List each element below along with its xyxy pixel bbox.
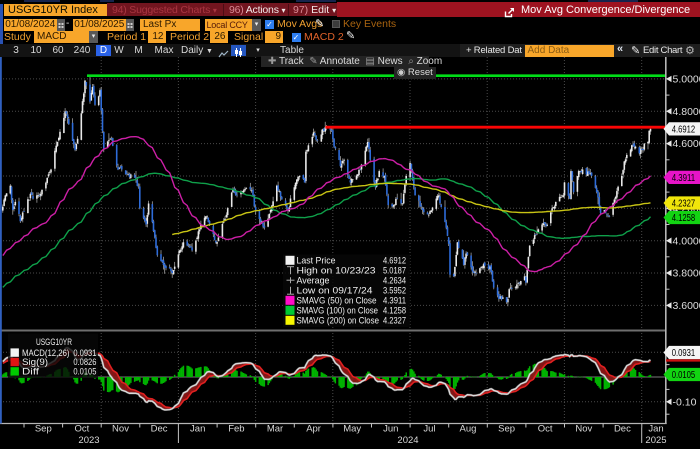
svg-text:Nov: Nov: [112, 424, 129, 435]
svg-text:Sep: Sep: [498, 424, 515, 435]
svg-text:Apr: Apr: [306, 424, 321, 435]
svg-text:Sep: Sep: [35, 424, 52, 435]
svg-text:SMAVG (200) on Close: SMAVG (200) on Close: [297, 316, 380, 327]
svg-text:4.0000: 4.0000: [673, 235, 700, 247]
svg-text:Jan: Jan: [190, 424, 205, 435]
svg-text:0.0105: 0.0105: [73, 367, 96, 378]
svg-text:4.1258: 4.1258: [672, 213, 696, 224]
svg-text:0.0105: 0.0105: [672, 370, 696, 381]
svg-text:Diff: Diff: [22, 367, 39, 378]
svg-text:Jan: Jan: [648, 424, 663, 435]
svg-text:Nov: Nov: [575, 424, 592, 435]
svg-text:4.6000: 4.6000: [673, 138, 700, 150]
svg-text:Dec: Dec: [151, 424, 168, 435]
svg-text:Mar: Mar: [267, 424, 283, 435]
svg-text:4.3911: 4.3911: [672, 173, 696, 184]
svg-text:2023: 2023: [78, 435, 99, 446]
svg-text:USGG10YR: USGG10YR: [36, 337, 72, 348]
svg-text:-0.10: -0.10: [673, 396, 697, 408]
svg-text:Jul: Jul: [423, 424, 435, 435]
svg-text:5.0000: 5.0000: [673, 74, 700, 86]
svg-text:2025: 2025: [645, 435, 666, 446]
svg-text:Jun: Jun: [383, 424, 398, 435]
svg-text:Oct: Oct: [538, 424, 553, 435]
svg-text:Oct: Oct: [75, 424, 90, 435]
svg-text:0.0931: 0.0931: [672, 348, 696, 359]
svg-text:May: May: [343, 424, 361, 435]
svg-text:Dec: Dec: [614, 424, 631, 435]
svg-text:3.6000: 3.6000: [673, 300, 700, 312]
svg-text:4.6912: 4.6912: [672, 125, 696, 136]
svg-text:Feb: Feb: [228, 424, 244, 435]
svg-text:2024: 2024: [397, 435, 418, 446]
svg-text:4.8000: 4.8000: [673, 106, 700, 118]
svg-text:4.2327: 4.2327: [383, 316, 406, 327]
svg-text:3.8000: 3.8000: [673, 268, 700, 280]
svg-text:Aug: Aug: [460, 424, 477, 435]
svg-text:4.2327: 4.2327: [672, 199, 696, 210]
